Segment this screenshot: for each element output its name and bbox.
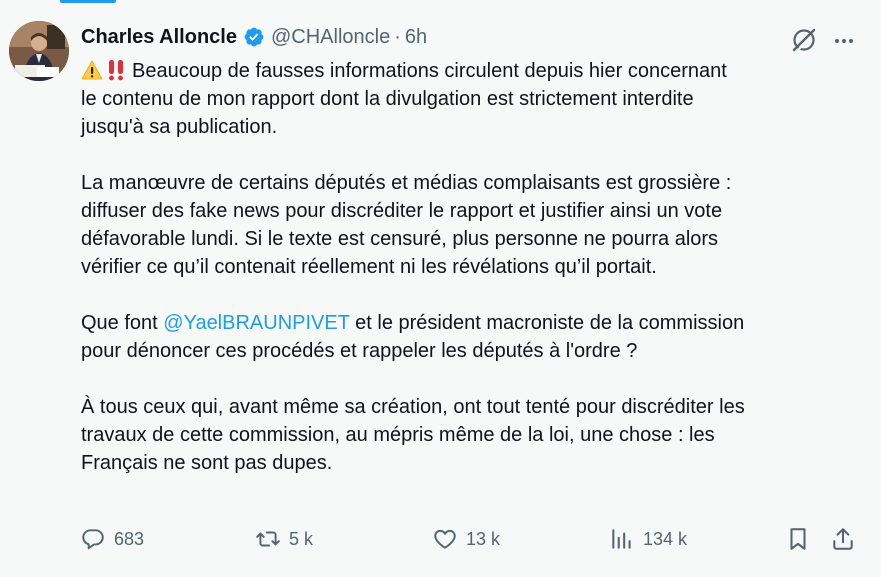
verified-badge-icon: [244, 27, 264, 47]
like-count: 13 k: [466, 528, 501, 549]
share-button[interactable]: [830, 524, 856, 554]
text-segment: Que font: [81, 312, 164, 334]
text-line: La manœuvre de certains députés et média…: [81, 172, 732, 194]
text-line: Français ne sont pas dupes.: [81, 452, 333, 474]
repost-icon: [256, 531, 280, 547]
timestamp[interactable]: 6h: [405, 26, 427, 49]
views-icon: [612, 529, 631, 549]
warning-emoji-icon: [81, 60, 103, 80]
text-line: À tous ceux qui, avant même sa création,…: [81, 396, 745, 418]
tweet[interactable]: Charles Alloncle @CHAlloncle · 6h Beauco…: [0, 0, 881, 577]
tweet-actions: 683 5 k 13 k 134 k: [0, 524, 881, 554]
repost-button[interactable]: 5 k: [255, 524, 313, 554]
reply-button[interactable]: 683: [80, 524, 144, 554]
separator-dot: ·: [394, 25, 401, 48]
text-line: vérifier ce qu’il contenait réellement n…: [81, 256, 657, 278]
text-segment: et le président macroniste de la commiss…: [349, 312, 745, 334]
text-line: le contenu de mon rapport dont la divulg…: [81, 88, 694, 110]
text-line-content: Beaucoup de fausses informations circule…: [132, 60, 727, 82]
author-name[interactable]: Charles Alloncle: [81, 26, 237, 49]
repost-count: 5 k: [289, 528, 314, 549]
paragraph-2: La manœuvre de certains députés et média…: [81, 169, 861, 281]
double-exclamation-emoji-icon: [109, 60, 123, 81]
mention-link[interactable]: @YaelBRAUNPIVET: [163, 312, 349, 334]
like-button[interactable]: 13 k: [432, 524, 500, 554]
text-line: Que font @YaelBRAUNPIVET et le président…: [81, 309, 861, 337]
text-line: diffuser des fake news pour discréditer …: [81, 200, 723, 222]
reply-count: 683: [114, 528, 145, 549]
tweet-text: Beaucoup de fausses informations circule…: [81, 57, 861, 505]
bookmark-button[interactable]: [785, 524, 811, 554]
text-line: Beaucoup de fausses informations circule…: [81, 57, 861, 85]
tweet-header: Charles Alloncle @CHAlloncle · 6h: [81, 24, 427, 50]
text-line: jusqu'à sa publication.: [81, 116, 278, 138]
paragraph-3: Que font @YaelBRAUNPIVET et le président…: [81, 309, 861, 365]
paragraph-4: À tous ceux qui, avant même sa création,…: [81, 393, 861, 477]
text-line: défavorable lundi. Si le texte est censu…: [81, 228, 719, 250]
more-icon[interactable]: [832, 29, 856, 53]
text-line: pour dénoncer ces procédés et rappeler l…: [81, 340, 638, 362]
bookmark-icon: [790, 528, 806, 550]
grok-icon[interactable]: [790, 26, 818, 54]
reply-icon: [82, 529, 104, 550]
share-icon: [833, 528, 853, 550]
heart-icon: [434, 529, 456, 549]
avatar[interactable]: [9, 21, 69, 81]
views-count: 134 k: [643, 528, 688, 549]
text-line: travaux de cette commission, au mépris m…: [81, 424, 715, 446]
views-button[interactable]: 134 k: [609, 524, 687, 554]
author-handle[interactable]: @CHAlloncle: [271, 26, 390, 49]
paragraph-1: Beaucoup de fausses informations circule…: [81, 57, 861, 141]
